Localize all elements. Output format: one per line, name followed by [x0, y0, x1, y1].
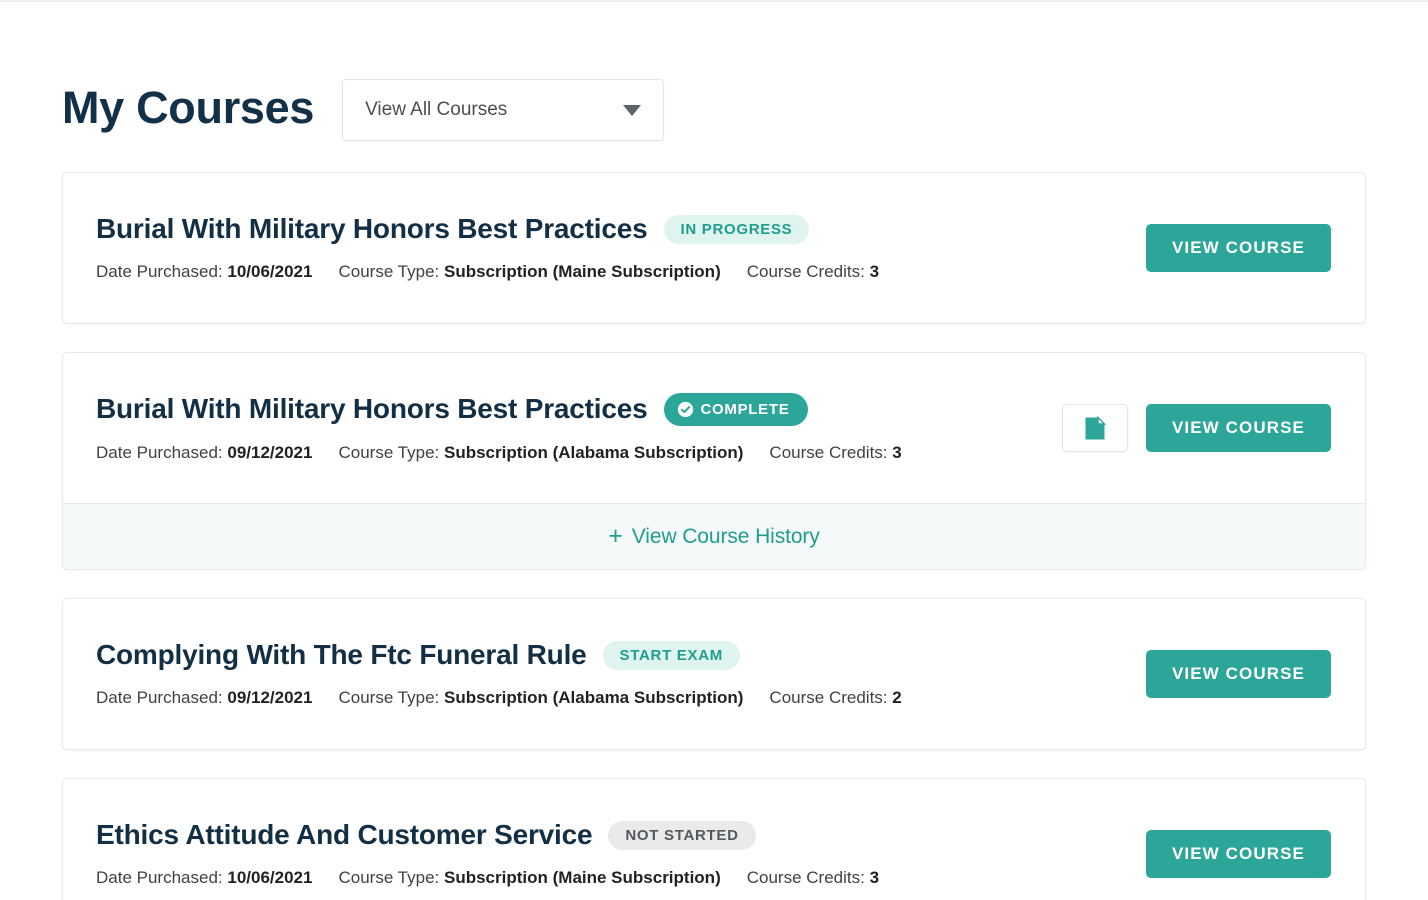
course-card: Complying With The Ftc Funeral Rule START…: [62, 598, 1366, 750]
view-course-button[interactable]: VIEW COURSE: [1146, 830, 1331, 878]
course-card-body: Burial With Military Honors Best Practic…: [63, 353, 1365, 503]
meta-date-purchased: Date Purchased: 10/06/2021: [96, 868, 312, 887]
meta-course-credits-label: Course Credits:: [769, 688, 887, 707]
course-filter-select[interactable]: View All Courses: [342, 79, 664, 141]
certificate-button[interactable]: [1062, 404, 1128, 452]
view-course-button[interactable]: VIEW COURSE: [1146, 404, 1331, 452]
status-badge: NOT STARTED: [608, 821, 755, 850]
status-badge[interactable]: START EXAM: [603, 641, 740, 670]
course-card-body: Burial With Military Honors Best Practic…: [63, 173, 1365, 323]
meta-course-credits: Course Credits: 2: [769, 688, 901, 707]
course-meta: Date Purchased: 09/12/2021 Course Type: S…: [96, 688, 1122, 708]
meta-course-credits: Course Credits: 3: [769, 443, 901, 462]
meta-course-type: Course Type: Subscription (Maine Subscri…: [338, 868, 720, 887]
course-title: Ethics Attitude And Customer Service: [96, 819, 592, 851]
check-circle-icon: [677, 401, 694, 418]
status-badge[interactable]: IN PROGRESS: [664, 215, 810, 244]
status-badge-label: START EXAM: [620, 648, 723, 663]
meta-course-type: Course Type: Subscription (Alabama Subsc…: [338, 443, 743, 462]
meta-course-type-value: Subscription (Maine Subscription): [444, 868, 721, 887]
meta-course-credits-value: 2: [892, 688, 901, 707]
course-title-row: Burial With Military Honors Best Practic…: [96, 393, 1038, 426]
course-actions: VIEW COURSE: [1146, 224, 1331, 272]
view-course-button[interactable]: VIEW COURSE: [1146, 650, 1331, 698]
page-header: My Courses View All Courses: [62, 2, 1366, 172]
meta-course-credits: Course Credits: 3: [747, 262, 879, 281]
meta-date-purchased: Date Purchased: 09/12/2021: [96, 443, 312, 462]
course-info: Burial With Military Honors Best Practic…: [96, 213, 1122, 282]
meta-date-purchased: Date Purchased: 10/06/2021: [96, 262, 312, 281]
course-card-body: Ethics Attitude And Customer Service NOT …: [63, 779, 1365, 900]
meta-course-type-label: Course Type:: [338, 868, 439, 887]
chevron-down-icon: [623, 105, 641, 116]
status-badge-label: COMPLETE: [701, 402, 790, 417]
course-card-body: Complying With The Ftc Funeral Rule START…: [63, 599, 1365, 749]
meta-course-credits-value: 3: [870, 868, 879, 887]
course-title: Burial With Military Honors Best Practic…: [96, 393, 648, 425]
meta-course-type-label: Course Type:: [338, 688, 439, 707]
meta-course-type: Course Type: Subscription (Alabama Subsc…: [338, 688, 743, 707]
plus-icon: +: [608, 524, 623, 549]
course-actions: VIEW COURSE: [1146, 650, 1331, 698]
my-courses-page: My Courses View All Courses Burial With …: [0, 2, 1428, 900]
meta-course-credits-label: Course Credits:: [769, 443, 887, 462]
course-title-row: Ethics Attitude And Customer Service NOT …: [96, 819, 1122, 851]
meta-course-type-label: Course Type:: [338, 262, 439, 281]
meta-date-purchased-label: Date Purchased:: [96, 443, 223, 462]
course-title-row: Complying With The Ftc Funeral Rule START…: [96, 639, 1122, 671]
status-badge-label: NOT STARTED: [625, 828, 738, 843]
course-title-row: Burial With Military Honors Best Practic…: [96, 213, 1122, 245]
meta-date-purchased-value: 10/06/2021: [227, 262, 312, 281]
meta-date-purchased-value: 09/12/2021: [227, 688, 312, 707]
meta-date-purchased: Date Purchased: 09/12/2021: [96, 688, 312, 707]
meta-date-purchased-label: Date Purchased:: [96, 262, 223, 281]
course-title: Burial With Military Honors Best Practic…: [96, 213, 648, 245]
course-info: Complying With The Ftc Funeral Rule START…: [96, 639, 1122, 708]
meta-date-purchased-value: 10/06/2021: [227, 868, 312, 887]
meta-course-type-label: Course Type:: [338, 443, 439, 462]
course-meta: Date Purchased: 09/12/2021 Course Type: S…: [96, 443, 1038, 463]
course-meta: Date Purchased: 10/06/2021 Course Type: S…: [96, 262, 1122, 282]
course-card: Burial With Military Honors Best Practic…: [62, 352, 1366, 570]
meta-course-type: Course Type: Subscription (Maine Subscri…: [338, 262, 720, 281]
meta-date-purchased-label: Date Purchased:: [96, 688, 223, 707]
page-title: My Courses: [62, 85, 314, 130]
meta-course-type-value: Subscription (Alabama Subscription): [444, 688, 743, 707]
meta-course-credits-value: 3: [870, 262, 879, 281]
meta-course-credits-value: 3: [892, 443, 901, 462]
course-info: Ethics Attitude And Customer Service NOT …: [96, 819, 1122, 888]
course-meta: Date Purchased: 10/06/2021 Course Type: S…: [96, 868, 1122, 888]
meta-course-credits-label: Course Credits:: [747, 868, 865, 887]
course-card: Burial With Military Honors Best Practic…: [62, 172, 1366, 324]
course-list: Burial With Military Honors Best Practic…: [62, 172, 1366, 900]
view-course-history-label: View Course History: [632, 525, 820, 549]
meta-date-purchased-value: 09/12/2021: [227, 443, 312, 462]
view-course-history-link[interactable]: + View Course History: [608, 524, 819, 549]
document-icon: [1084, 416, 1106, 441]
view-course-history-bar[interactable]: + View Course History: [63, 503, 1365, 569]
course-filter-label: View All Courses: [365, 99, 623, 121]
course-actions: VIEW COURSE: [1062, 404, 1331, 452]
status-badge: COMPLETE: [664, 393, 809, 426]
course-info: Burial With Military Honors Best Practic…: [96, 393, 1038, 463]
course-title: Complying With The Ftc Funeral Rule: [96, 639, 587, 671]
meta-course-credits-label: Course Credits:: [747, 262, 865, 281]
meta-course-type-value: Subscription (Maine Subscription): [444, 262, 721, 281]
course-actions: VIEW COURSE: [1146, 830, 1331, 878]
status-badge-label: IN PROGRESS: [681, 222, 793, 237]
view-course-button[interactable]: VIEW COURSE: [1146, 224, 1331, 272]
meta-course-credits: Course Credits: 3: [747, 868, 879, 887]
meta-date-purchased-label: Date Purchased:: [96, 868, 223, 887]
meta-course-type-value: Subscription (Alabama Subscription): [444, 443, 743, 462]
course-card: Ethics Attitude And Customer Service NOT …: [62, 778, 1366, 900]
